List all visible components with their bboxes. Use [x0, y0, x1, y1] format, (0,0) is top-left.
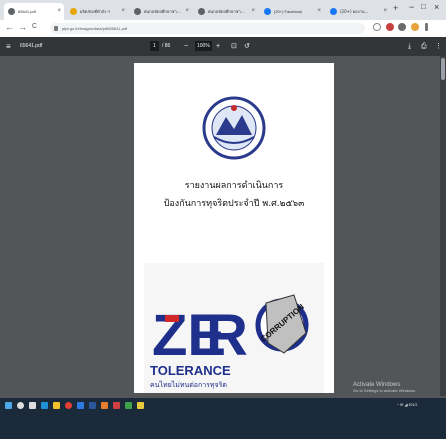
explorer-icon[interactable]	[53, 402, 60, 409]
maximize-button[interactable]: □	[421, 2, 426, 11]
pdf-toolbar: ≡ 65641.pdf 1 / 86 − 100% + ⊡ ↺ ⤓ ⎙ ⋮	[0, 37, 446, 56]
zoom-out-button[interactable]: −	[184, 37, 188, 56]
app-icon-2[interactable]	[113, 402, 120, 409]
poster-tagline: คนไทยไม่ทนต่อการทุจริต	[150, 380, 227, 389]
poster-tolerance: TOLERANCE	[150, 363, 231, 378]
tab-2[interactable]: ผลิตภัณฑ์ตัวถัง ฯ ×	[66, 3, 128, 20]
tab-title: ศนกบหัตถศึกษาช่า...	[144, 9, 181, 14]
pdf-filename: 65641.pdf	[20, 43, 43, 49]
tab-65641-pdf[interactable]: 65641.pdf ×	[4, 3, 64, 20]
minimize-button[interactable]: −	[409, 2, 414, 12]
zoom-in-button[interactable]: +	[216, 37, 220, 56]
app-icon-4[interactable]	[137, 402, 144, 409]
document-title-line1: รายงานผลการดำเนินการ	[185, 180, 284, 191]
app-icon-1[interactable]	[101, 402, 108, 409]
close-icon[interactable]: ×	[251, 3, 255, 20]
tab-title: ศนกบหัตถศึกษาช่า...	[208, 9, 245, 14]
word-icon[interactable]	[89, 402, 96, 409]
close-icon[interactable]: ×	[185, 3, 189, 20]
menu-icon[interactable]: ≡	[6, 37, 11, 56]
store-icon[interactable]	[77, 402, 84, 409]
app-icon-3[interactable]	[125, 402, 132, 409]
facebook-icon	[330, 8, 337, 15]
url-text: ptpt.go.th/images/data/pdf/65641.pdf	[62, 26, 128, 31]
address-toolbar: ← → C ptpt.go.th/images/data/pdf/65641.p…	[0, 20, 446, 38]
back-button[interactable]: ←	[5, 22, 14, 32]
chrome-icon[interactable]	[65, 402, 72, 409]
forward-button[interactable]: →	[18, 22, 27, 32]
page-total: / 86	[162, 43, 171, 49]
tab-title: (20+) ผลงาน...	[340, 9, 369, 14]
scrollbar-thumb[interactable]	[441, 58, 445, 80]
zero-tolerance-poster: ZE R CORRUPTION TOLERANCE คนไทยไม่ทนต่อก…	[144, 263, 324, 393]
search-icon[interactable]	[17, 402, 24, 409]
activate-windows-watermark: Activate Windows Go to Settings to activ…	[353, 382, 443, 393]
system-tray[interactable]: ^ ✉ ◢ ENG	[397, 402, 417, 407]
favicon-icon	[134, 8, 141, 15]
extension-icon[interactable]	[398, 23, 406, 31]
taskbar: ^ ✉ ◢ ENG	[0, 398, 446, 439]
document-title-line2: ป้องกันการทุจริตประจำปี พ.ศ.๒๕๖๓	[164, 198, 305, 209]
profile-icon[interactable]	[411, 23, 419, 31]
rotate-icon[interactable]: ↺	[244, 37, 250, 56]
url-bar[interactable]: ptpt.go.th/images/data/pdf/65641.pdf	[50, 23, 365, 34]
close-icon[interactable]: ×	[121, 3, 125, 20]
menu-lines-icon[interactable]	[386, 23, 394, 31]
kebab-icon[interactable]	[425, 23, 428, 31]
tab-5[interactable]: (20+) Facebook ×	[260, 3, 324, 20]
facebook-icon	[264, 8, 271, 15]
task-view-icon[interactable]	[29, 402, 36, 409]
close-icon[interactable]: ×	[317, 3, 321, 20]
close-icon[interactable]: ×	[383, 3, 387, 20]
page-number-input[interactable]: 1	[150, 41, 159, 51]
favicon-icon	[198, 8, 205, 15]
tab-4[interactable]: ศนกบหัตถศึกษาช่า... ×	[194, 3, 258, 20]
tab-3[interactable]: ศนกบหัตถศึกษาช่า... ×	[130, 3, 192, 20]
edge-icon[interactable]	[41, 402, 48, 409]
poster-r: R	[206, 303, 248, 368]
tab-bar: 65641.pdf × ผลิตภัณฑ์ตัวถัง ฯ × ศนกบหัตถ…	[0, 0, 446, 20]
tab-6[interactable]: (20+) ผลงาน... ×	[326, 3, 390, 20]
agency-seal-logo	[202, 96, 266, 160]
tab-title: (20+) Facebook	[274, 9, 303, 14]
activate-line2: Go to Settings to activate Windows.	[353, 388, 417, 393]
new-tab-button[interactable]: +	[393, 3, 398, 13]
close-icon[interactable]: ×	[57, 3, 61, 20]
print-icon[interactable]: ⎙	[421, 37, 427, 56]
download-icon[interactable]: ⤓	[408, 37, 411, 56]
tab-title: ผลิตภัณฑ์ตัวถัง ฯ	[80, 9, 110, 14]
pdf-page: รายงานผลการดำเนินการ ป้องกันการทุจริตประ…	[134, 63, 334, 393]
pdf-page-content: รายงานผลการดำเนินการ ป้องกันการทุจริตประ…	[144, 96, 324, 393]
close-window-button[interactable]: ×	[434, 2, 439, 12]
pdf-icon	[8, 8, 15, 15]
favicon-icon	[70, 8, 77, 15]
zoom-input[interactable]: 100%	[195, 41, 212, 51]
tab-title: 65641.pdf	[18, 9, 36, 14]
start-button[interactable]	[5, 402, 12, 409]
scrollbar-track[interactable]	[440, 56, 446, 396]
reload-button[interactable]: C	[32, 23, 37, 30]
star-icon[interactable]	[373, 23, 381, 31]
more-icon[interactable]: ⋮	[435, 37, 442, 56]
lock-icon	[54, 26, 58, 31]
fit-page-icon[interactable]: ⊡	[231, 37, 237, 56]
